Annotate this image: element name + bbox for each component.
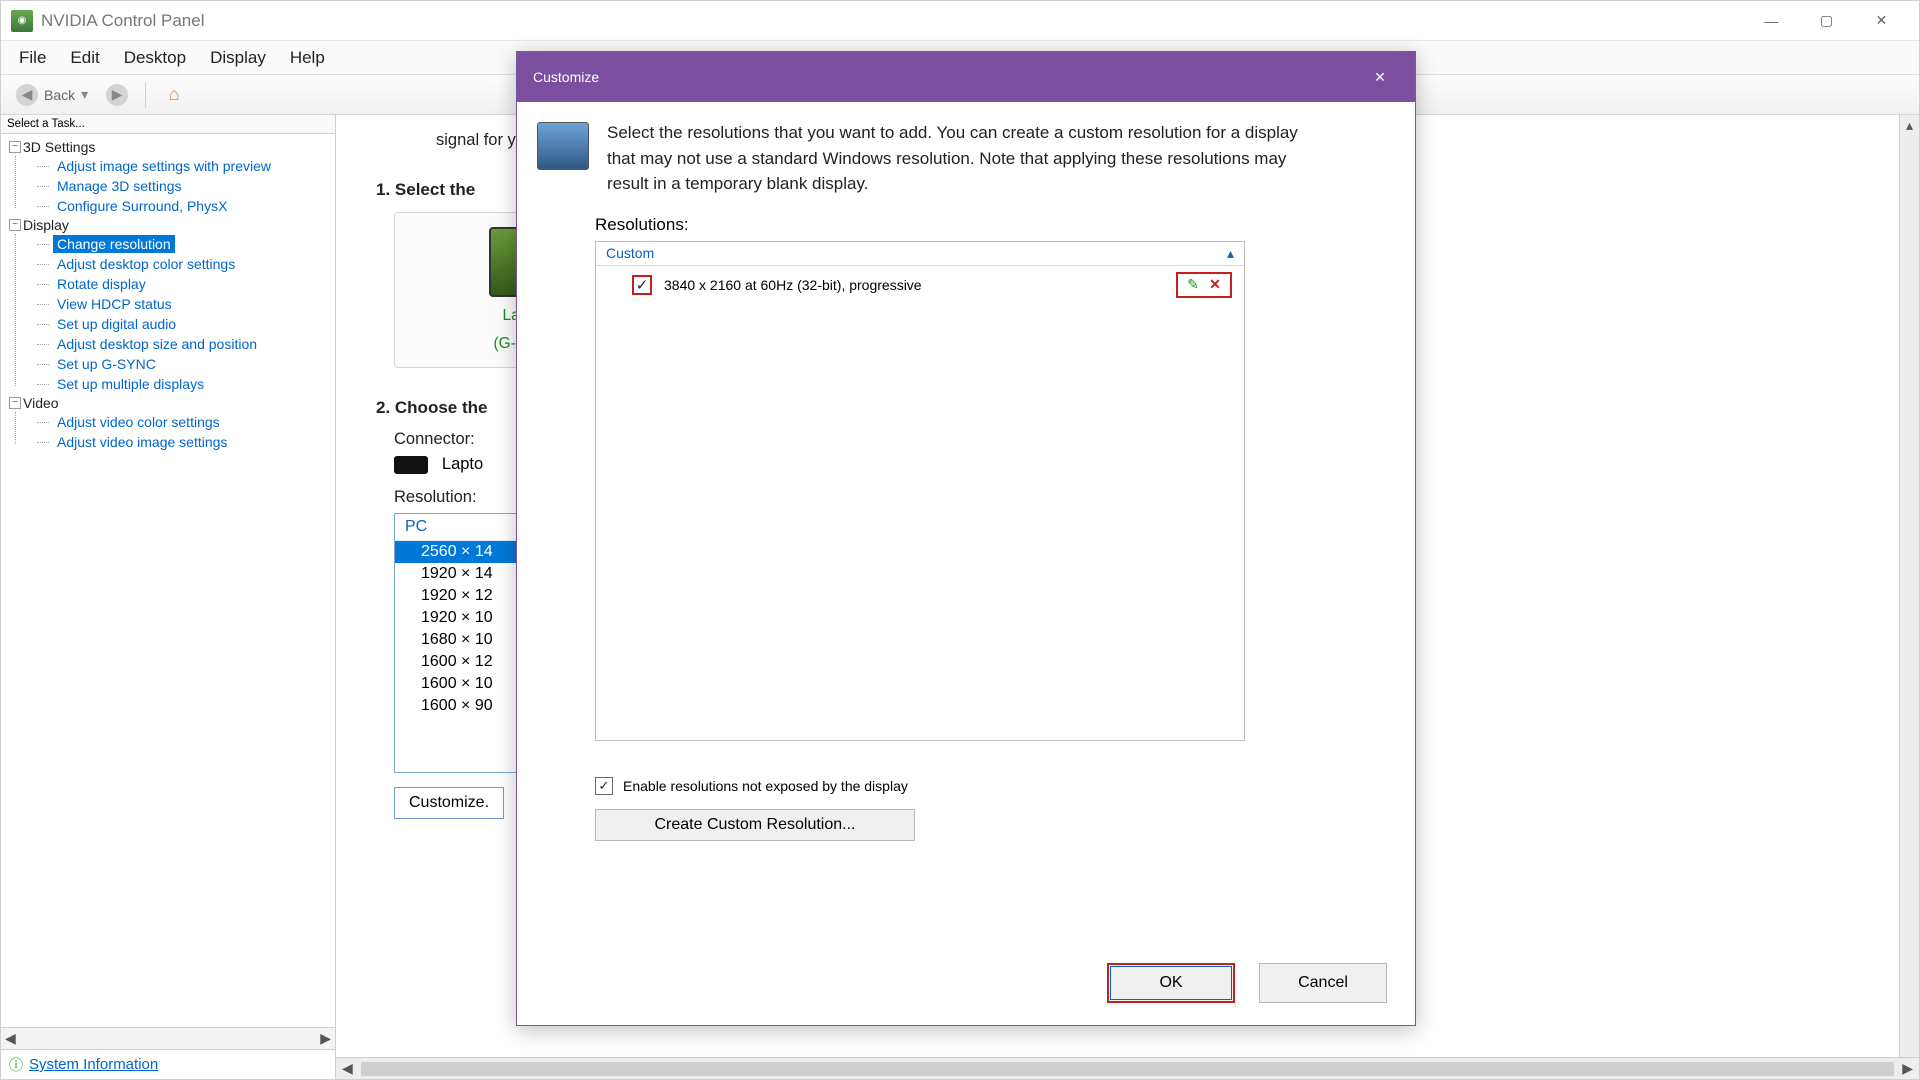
tree-item-color-settings[interactable]: Adjust desktop color settings	[29, 254, 335, 274]
tree-item-digital-audio[interactable]: Set up digital audio	[29, 314, 335, 334]
window-title: NVIDIA Control Panel	[41, 11, 204, 31]
collapse-icon[interactable]: −	[9, 397, 21, 409]
back-button[interactable]: ◀ Back ▾	[7, 80, 97, 110]
minimize-button[interactable]: —	[1744, 1, 1799, 41]
tree-item-rotate[interactable]: Rotate display	[29, 274, 335, 294]
connector-icon	[394, 456, 428, 474]
close-icon: ✕	[1876, 12, 1888, 29]
nvidia-icon: ◉	[11, 10, 33, 32]
info-icon: ⓘ	[9, 1055, 23, 1075]
resolutions-listbox[interactable]: Custom ▴ ✓ 3840 x 2160 at 60Hz (32-bit),…	[595, 241, 1245, 741]
tree-item-surround[interactable]: Configure Surround, PhysX	[29, 196, 335, 216]
customize-button[interactable]: Customize.	[394, 787, 504, 819]
custom-group-label: Custom	[606, 245, 654, 261]
tree-group-video[interactable]: − Video	[1, 394, 335, 412]
toolbar-separator	[145, 82, 146, 108]
tree-item-desktop-size[interactable]: Adjust desktop size and position	[29, 334, 335, 354]
maximize-icon: ▢	[1820, 12, 1833, 29]
content-vscroll[interactable]: ▴	[1899, 115, 1919, 1057]
scroll-right-icon[interactable]: ▶	[320, 1030, 331, 1047]
tree-item-gsync[interactable]: Set up G-SYNC	[29, 354, 335, 374]
tree-group-3d[interactable]: − 3D Settings	[1, 138, 335, 156]
collapse-icon[interactable]: −	[9, 219, 21, 231]
tree-group-display[interactable]: − Display	[1, 216, 335, 234]
forward-icon: ▶	[106, 84, 128, 106]
minimize-icon: —	[1765, 13, 1779, 29]
dialog-titlebar[interactable]: Customize ✕	[517, 52, 1415, 102]
home-icon: ⌂	[163, 84, 185, 106]
tree-item-change-resolution[interactable]: Change resolution	[29, 234, 335, 254]
back-dropdown-icon: ▾	[81, 86, 88, 103]
edit-entry-button[interactable]: ✎	[1182, 276, 1204, 294]
sidebar: Select a Task... − 3D Settings Adjust im…	[1, 115, 336, 1079]
tree-item-video-image[interactable]: Adjust video image settings	[29, 432, 335, 452]
system-information-link[interactable]: System Information	[29, 1056, 158, 1073]
tree-item-multiple-displays[interactable]: Set up multiple displays	[29, 374, 335, 394]
task-tree: − 3D Settings Adjust image settings with…	[1, 134, 335, 1027]
system-info-row: ⓘ System Information	[1, 1049, 335, 1079]
delete-entry-button[interactable]: ✕	[1204, 276, 1226, 294]
tree-item-video-color[interactable]: Adjust video color settings	[29, 412, 335, 432]
menu-desktop[interactable]: Desktop	[112, 44, 198, 72]
titlebar: ◉ NVIDIA Control Panel — ▢ ✕	[1, 1, 1919, 41]
customize-dialog: Customize ✕ Select the resolutions that …	[516, 51, 1416, 1026]
sidebar-hscroll[interactable]: ◀ ▶	[1, 1027, 335, 1049]
back-icon: ◀	[16, 84, 38, 106]
collapse-icon[interactable]: −	[9, 141, 21, 153]
dialog-info-text: Select the resolutions that you want to …	[607, 120, 1327, 197]
entry-text: 3840 x 2160 at 60Hz (32-bit), progressiv…	[664, 277, 922, 293]
cancel-button[interactable]: Cancel	[1259, 963, 1387, 1003]
entry-checkbox[interactable]: ✓	[632, 275, 652, 295]
forward-button[interactable]: ▶	[97, 80, 137, 110]
sidebar-header: Select a Task...	[1, 115, 335, 134]
scroll-up-icon[interactable]: ▴	[1900, 115, 1919, 135]
main-window: ◉ NVIDIA Control Panel — ▢ ✕ File Edit D…	[0, 0, 1920, 1080]
custom-group-header[interactable]: Custom ▴	[596, 242, 1244, 266]
maximize-button[interactable]: ▢	[1799, 1, 1854, 41]
delete-icon: ✕	[1209, 276, 1221, 293]
dialog-title: Customize	[533, 69, 599, 85]
menu-help[interactable]: Help	[278, 44, 337, 72]
dialog-monitor-icon	[537, 122, 589, 170]
scroll-right-icon[interactable]: ▶	[1902, 1060, 1913, 1077]
menu-edit[interactable]: Edit	[58, 44, 111, 72]
close-icon: ✕	[1374, 69, 1386, 86]
tree-item-adjust-image[interactable]: Adjust image settings with preview	[29, 156, 335, 176]
back-label: Back	[44, 87, 75, 103]
enable-checkbox[interactable]: ✓	[595, 777, 613, 795]
home-button[interactable]: ⌂	[154, 80, 194, 110]
group-label-display: Display	[23, 217, 69, 233]
tree-item-hdcp[interactable]: View HDCP status	[29, 294, 335, 314]
scroll-left-icon[interactable]: ◀	[342, 1060, 353, 1077]
create-custom-resolution-button[interactable]: Create Custom Resolution...	[595, 809, 915, 841]
content-hscroll[interactable]: ◀ ▶	[336, 1057, 1919, 1079]
group-label-video: Video	[23, 395, 59, 411]
custom-resolution-entry[interactable]: ✓ 3840 x 2160 at 60Hz (32-bit), progress…	[596, 266, 1244, 304]
enable-resolutions-row[interactable]: ✓ Enable resolutions not exposed by the …	[595, 777, 1387, 795]
menu-display[interactable]: Display	[198, 44, 278, 72]
group-label-3d: 3D Settings	[23, 139, 95, 155]
pencil-icon: ✎	[1187, 276, 1199, 293]
menu-file[interactable]: File	[7, 44, 58, 72]
scroll-thumb[interactable]	[361, 1062, 1894, 1076]
connector-value: Lapto	[442, 455, 483, 473]
resolutions-label: Resolutions:	[595, 215, 1387, 235]
dialog-close-button[interactable]: ✕	[1361, 58, 1399, 96]
enable-label: Enable resolutions not exposed by the di…	[623, 778, 908, 794]
tree-item-manage-3d[interactable]: Manage 3D settings	[29, 176, 335, 196]
ok-button[interactable]: OK	[1107, 963, 1235, 1003]
collapse-arrow-icon[interactable]: ▴	[1227, 245, 1234, 262]
close-button[interactable]: ✕	[1854, 1, 1909, 41]
scroll-left-icon[interactable]: ◀	[5, 1030, 16, 1047]
